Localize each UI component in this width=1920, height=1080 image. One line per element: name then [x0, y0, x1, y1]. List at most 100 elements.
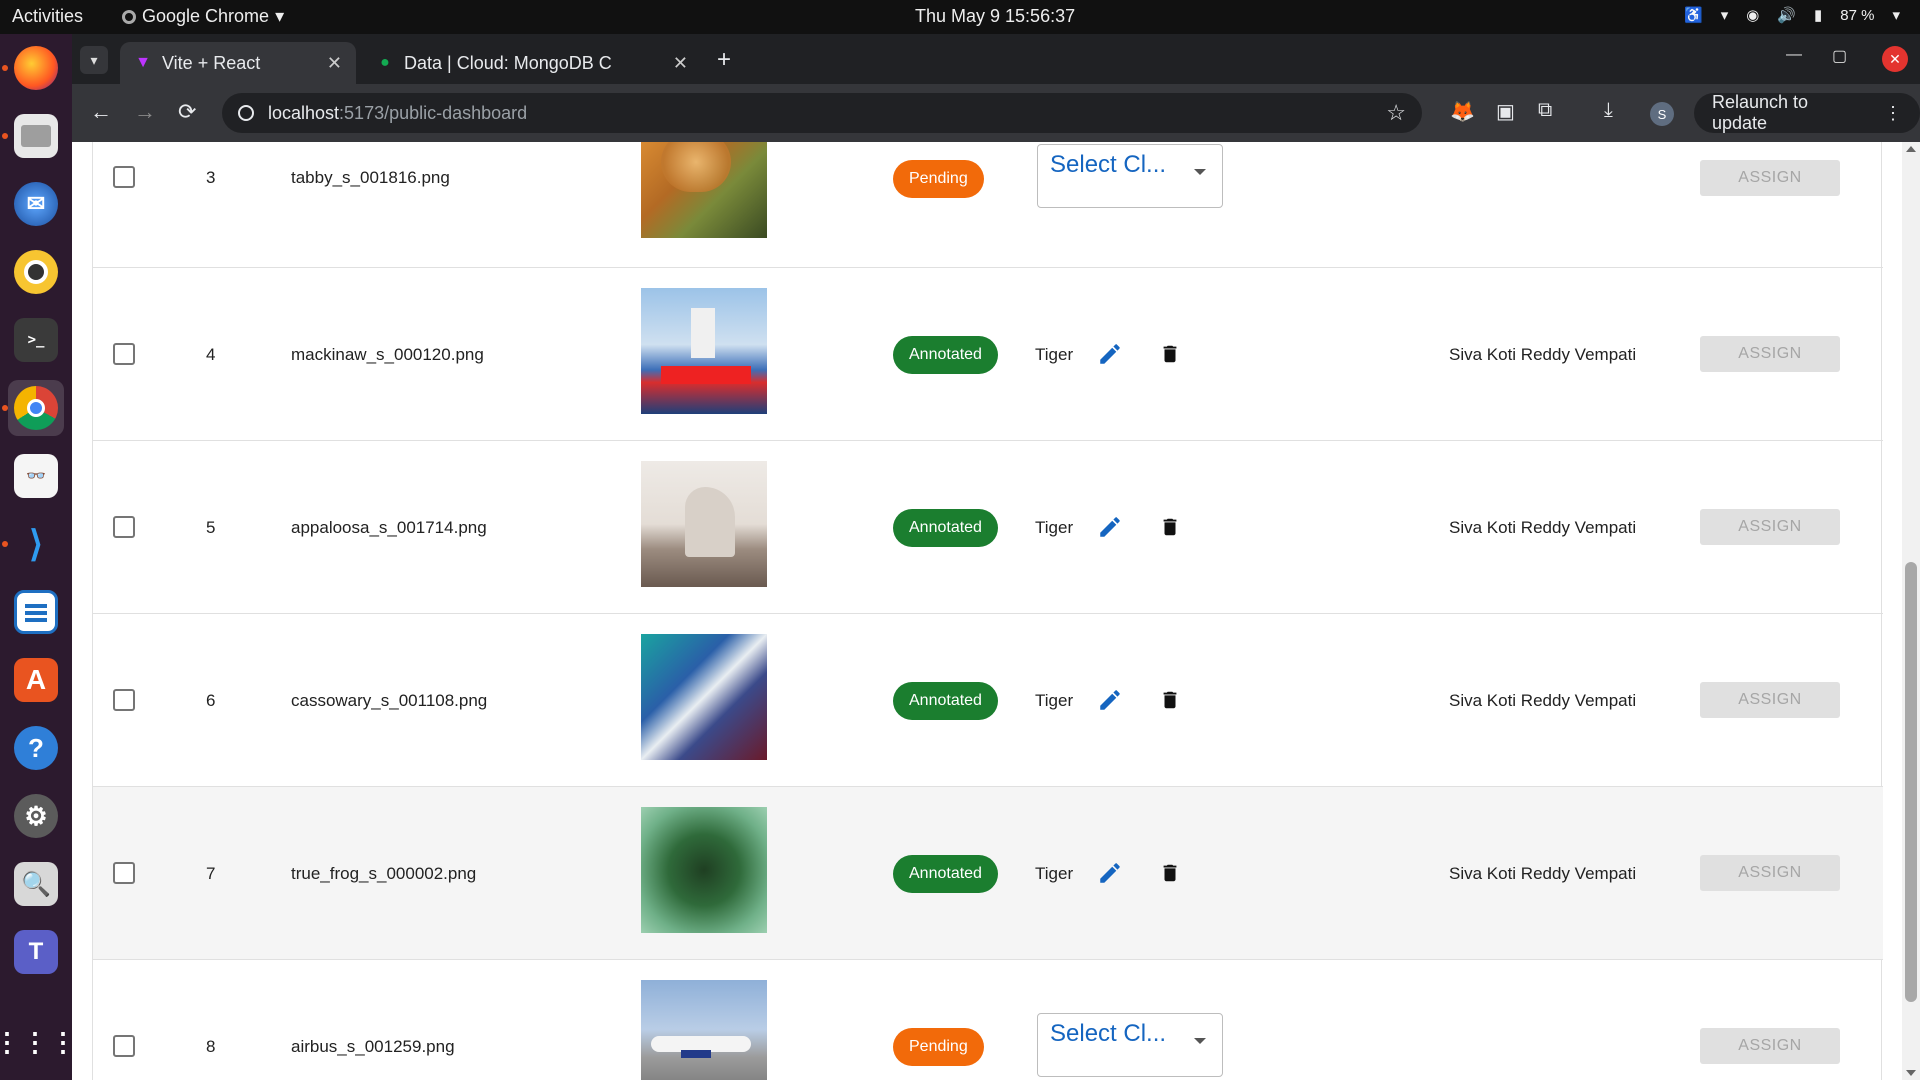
file-name: airbus_s_001259.png — [291, 1037, 455, 1056]
edit-pencil-icon[interactable] — [1097, 687, 1123, 713]
delete-trash-icon[interactable] — [1159, 341, 1181, 367]
scroll-up-arrow-icon[interactable] — [1906, 146, 1916, 152]
dock-vscode[interactable]: ⟩ — [2, 516, 64, 572]
row-number: 6 — [206, 691, 216, 710]
image-thumbnail — [641, 980, 767, 1080]
edit-pencil-icon[interactable] — [1097, 860, 1123, 886]
row-checkbox[interactable] — [113, 689, 135, 711]
dock: ✉ >_ 👓 ⟩ A ? ⚙ 🔍 T ⋮⋮⋮ — [0, 34, 76, 1080]
running-indicator — [2, 541, 8, 547]
tab-mongodb[interactable]: ● Data | Cloud: MongoDB C ✕ — [362, 42, 702, 84]
delete-trash-icon[interactable] — [1159, 514, 1181, 540]
help-icon: ? — [14, 726, 58, 770]
annotator-name: Siva Koti Reddy Vempati — [1449, 345, 1637, 364]
annotator-name: Siva Koti Reddy Vempati — [1449, 518, 1637, 537]
row-checkbox[interactable] — [113, 1035, 135, 1057]
assign-button[interactable]: ASSIGN — [1700, 336, 1840, 372]
row-checkbox[interactable] — [113, 166, 135, 188]
relaunch-label: Relaunch to update — [1712, 92, 1809, 133]
assign-button[interactable]: ASSIGN — [1700, 855, 1840, 891]
assign-button[interactable]: ASSIGN — [1700, 1028, 1840, 1064]
image-thumbnail — [641, 807, 767, 933]
dock-settings[interactable]: ⚙ — [8, 788, 64, 844]
image-thumbnail — [641, 288, 767, 414]
browser-toolbar: ← → ⟳ localhost:5173/public-dashboard ☆ … — [72, 84, 1920, 142]
class-select[interactable]: Select Cl... — [1037, 144, 1223, 208]
accessibility-icon[interactable]: ♿ — [1684, 6, 1703, 24]
edit-pencil-icon[interactable] — [1097, 341, 1123, 367]
tab-vite-react[interactable]: ▼ Vite + React ✕ — [120, 42, 356, 84]
delete-trash-icon[interactable] — [1159, 687, 1181, 713]
scroll-down-arrow-icon[interactable] — [1906, 1070, 1916, 1076]
teams-icon: T — [14, 930, 58, 974]
address-bar[interactable]: localhost:5173/public-dashboard ☆ — [222, 93, 1422, 133]
edit-pencil-icon[interactable] — [1097, 514, 1123, 540]
delete-trash-icon[interactable] — [1159, 860, 1181, 886]
dock-show-apps[interactable]: ⋮⋮⋮ — [0, 1014, 76, 1070]
scrollbar-thumb[interactable] — [1905, 562, 1917, 1002]
row-checkbox[interactable] — [113, 862, 135, 884]
rhythmbox-icon — [14, 250, 58, 294]
dock-chrome[interactable] — [2, 380, 64, 436]
app-menu-label: Google Chrome — [142, 6, 270, 26]
class-select[interactable]: Select Cl... — [1037, 1013, 1223, 1077]
file-name: cassowary_s_001108.png — [291, 691, 488, 710]
page-scrollbar[interactable] — [1902, 142, 1920, 1080]
assign-button[interactable]: ASSIGN — [1700, 509, 1840, 545]
minimize-icon[interactable]: — — [1786, 46, 1802, 64]
files-icon — [14, 114, 58, 158]
settings-icon: ⚙ — [14, 794, 58, 838]
row-number: 7 — [206, 864, 216, 883]
chevron-down-icon: ▾ — [275, 6, 285, 26]
status-chip: Annotated — [893, 855, 998, 893]
row-number: 8 — [206, 1037, 216, 1056]
window-close-icon[interactable]: ✕ — [1882, 46, 1908, 72]
table-row: 3 tabby_s_001816.png Pending Select Cl..… — [93, 142, 1883, 268]
dock-writer[interactable] — [8, 584, 64, 640]
profile-avatar[interactable]: S — [1650, 102, 1674, 126]
bookmark-star-icon[interactable]: ☆ — [1386, 100, 1406, 126]
app-menu[interactable]: Google Chrome ▾ — [122, 6, 284, 27]
dock-teams[interactable]: T — [8, 924, 64, 980]
clock[interactable]: Thu May 9 15:56:37 — [915, 6, 1075, 27]
dropdown-caret-icon — [1194, 169, 1206, 175]
url-path: :5173/public-dashboard — [339, 102, 528, 123]
dock-files[interactable] — [2, 108, 64, 164]
chrome-icon — [14, 386, 58, 430]
assign-button[interactable]: ASSIGN — [1700, 682, 1840, 718]
running-indicator — [2, 405, 8, 411]
downloads-icon[interactable]: ⤓ — [1604, 99, 1613, 122]
dock-terminal[interactable]: >_ — [8, 312, 64, 368]
chevron-down-icon: ▾ — [1720, 7, 1729, 24]
dock-image-viewer[interactable]: 🔍 — [8, 856, 64, 912]
dropdown-caret-icon — [1194, 1038, 1206, 1044]
maximize-icon[interactable]: ▢ — [1832, 46, 1847, 66]
back-arrow-icon[interactable]: ← — [90, 99, 112, 125]
new-tab-icon[interactable]: + — [717, 46, 731, 74]
tab-search-button[interactable]: ▾ — [80, 46, 108, 74]
close-icon[interactable]: ✕ — [327, 53, 342, 74]
dock-document-viewer[interactable]: 👓 — [8, 448, 64, 504]
activities-button[interactable]: Activities — [12, 6, 83, 27]
status-chip: Annotated — [893, 336, 998, 374]
site-info-icon[interactable] — [238, 105, 254, 121]
metamask-extension-icon[interactable]: 🦊 — [1450, 99, 1475, 124]
system-tray[interactable]: ♿ ▾ ◉ 🔊 ▮ 87 % ▾ — [1684, 6, 1900, 25]
more-vert-icon[interactable]: ⋮ — [1884, 103, 1902, 124]
dock-firefox[interactable] — [2, 40, 64, 96]
status-chip: Annotated — [893, 509, 998, 547]
download-extension-icon[interactable]: ▣ — [1496, 99, 1515, 124]
dock-rhythmbox[interactable] — [8, 244, 64, 300]
dock-help[interactable]: ? — [8, 720, 64, 776]
dock-thunderbird[interactable]: ✉ — [8, 176, 64, 232]
extensions-puzzle-icon[interactable]: ⧉ — [1538, 99, 1552, 122]
reload-icon[interactable]: ⟳ — [178, 99, 196, 125]
assign-button[interactable]: ASSIGN — [1700, 160, 1840, 196]
dock-app-center[interactable]: A — [8, 652, 64, 708]
table-row: 8 airbus_s_001259.png Pending Select Cl.… — [93, 960, 1883, 1080]
row-checkbox[interactable] — [113, 343, 135, 365]
close-icon[interactable]: ✕ — [673, 53, 688, 74]
relaunch-button[interactable]: Relaunch to update ⋮ — [1694, 92, 1920, 133]
forward-arrow-icon[interactable]: → — [134, 99, 156, 125]
row-checkbox[interactable] — [113, 516, 135, 538]
